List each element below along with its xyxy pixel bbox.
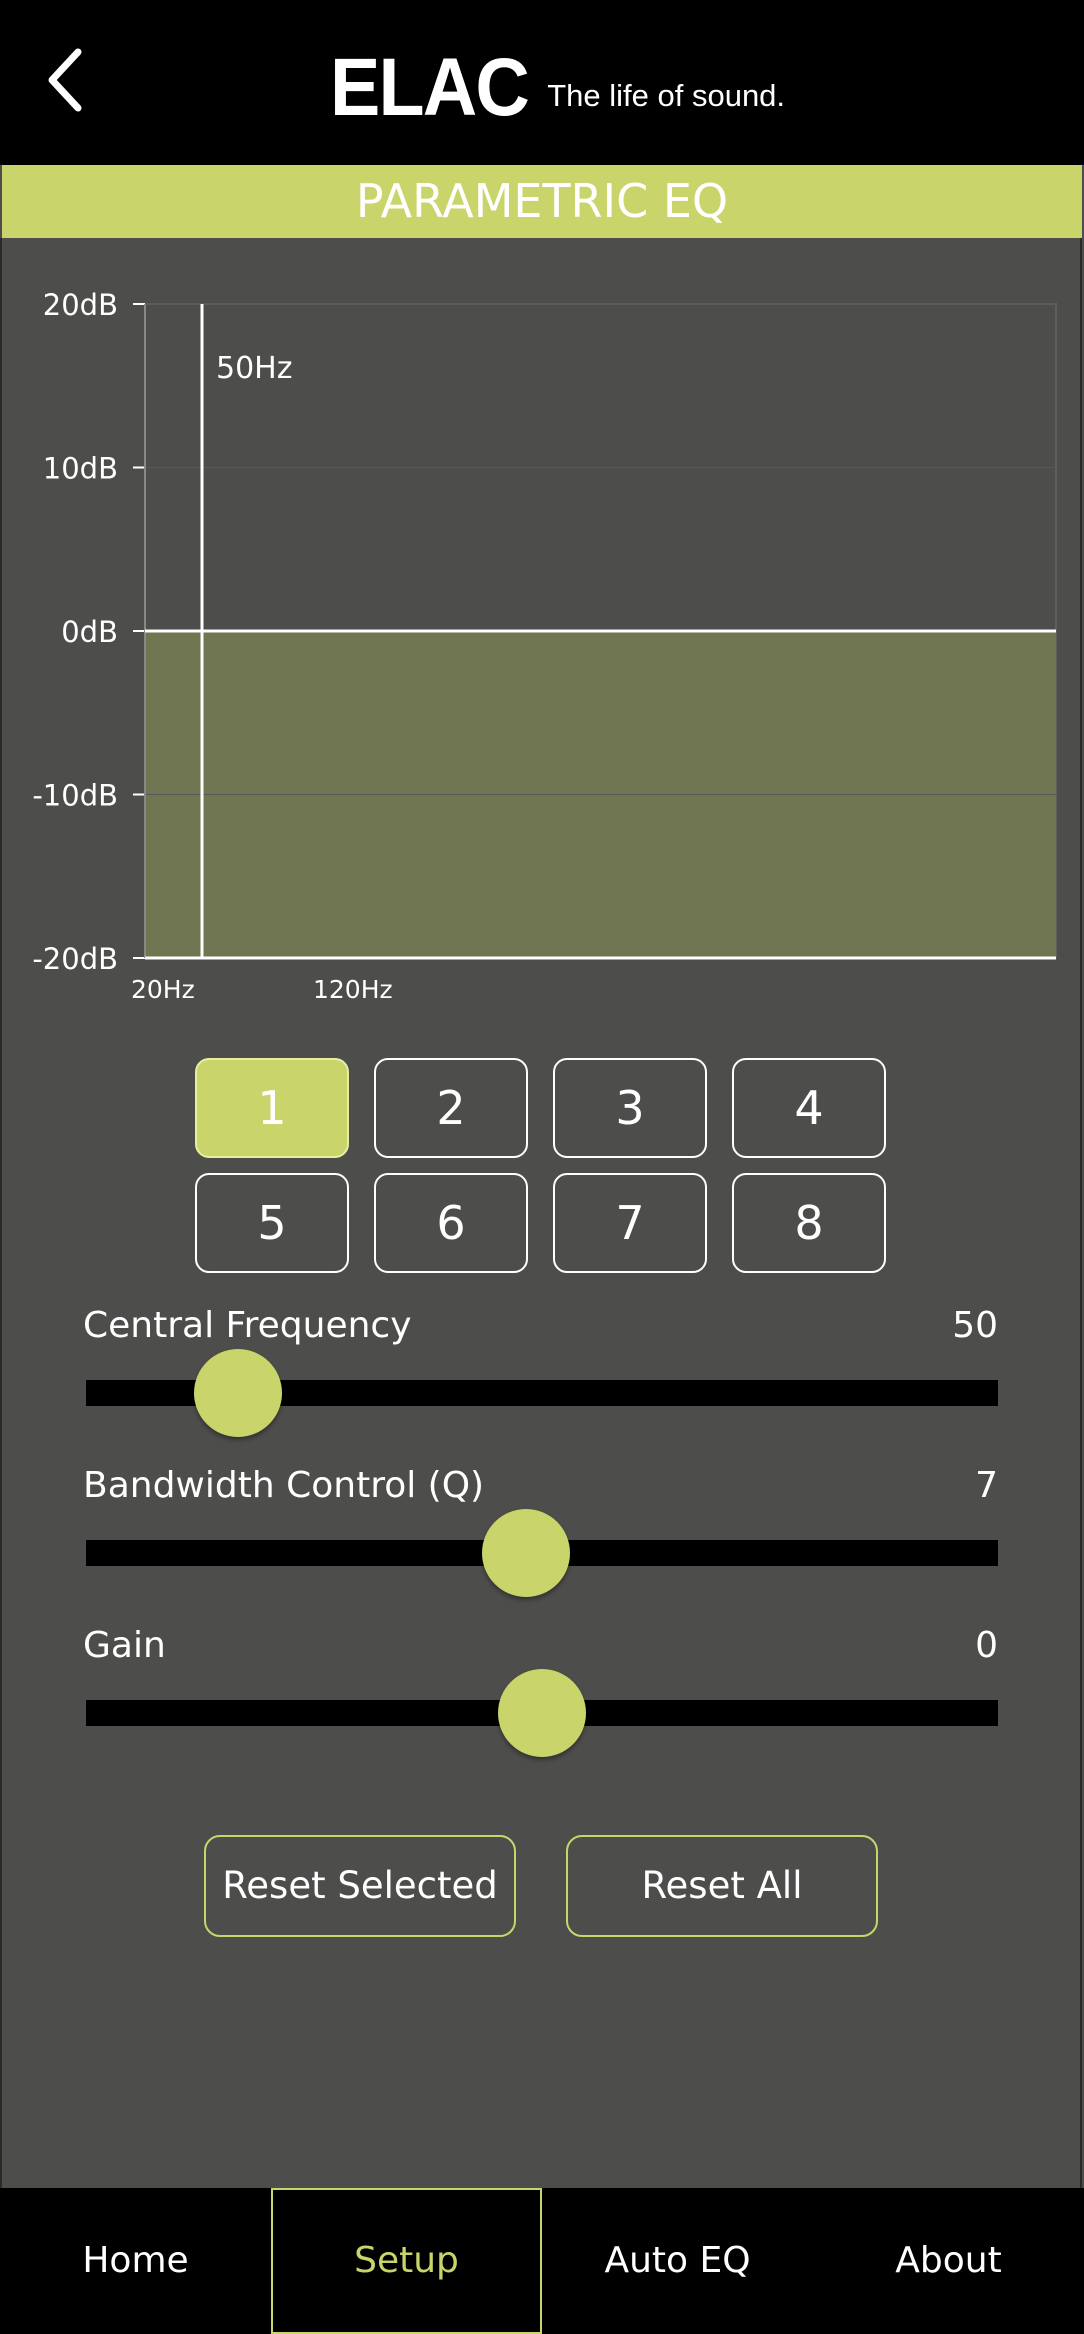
logo-tagline: The life of sound. xyxy=(547,78,786,113)
app-header: ELAC The life of sound. xyxy=(0,0,1084,165)
bottom-nav: Home Setup Auto EQ About xyxy=(0,2188,1084,2334)
band-button-6[interactable]: 6 xyxy=(374,1173,528,1273)
y-tick-label: 20dB xyxy=(43,288,118,322)
chevron-left-icon xyxy=(48,48,82,112)
reset-all-button[interactable]: Reset All xyxy=(566,1835,878,1937)
y-tick-label: -10dB xyxy=(32,779,118,813)
gain-slider-knob[interactable] xyxy=(498,1669,586,1757)
central-frequency-slider-knob[interactable] xyxy=(194,1349,283,1437)
logo-mark: ELAC xyxy=(330,42,530,133)
eq-chart-svg: 20dB 10dB 0dB -10dB -20dB 20Hz 120Hz 50Hz xyxy=(32,288,1057,1004)
reset-selected-button[interactable]: Reset Selected xyxy=(204,1835,516,1937)
back-button[interactable] xyxy=(38,40,98,120)
band-button-4[interactable]: 4 xyxy=(732,1058,886,1158)
eq-chart[interactable]: 20dB 10dB 0dB -10dB -20dB 20Hz 120Hz 50Hz xyxy=(0,238,1084,1018)
bandwidth-control-value: 7 xyxy=(975,1465,998,1506)
y-tick-label: 0dB xyxy=(61,615,118,649)
band-button-7[interactable]: 7 xyxy=(553,1173,707,1273)
band-button-8[interactable]: 8 xyxy=(732,1173,886,1273)
x-tick-label: 20Hz xyxy=(131,975,195,1004)
nav-setup[interactable]: Setup xyxy=(271,2188,542,2334)
central-frequency-value: 50 xyxy=(952,1305,998,1346)
nav-about[interactable]: About xyxy=(813,2188,1084,2334)
band-button-3[interactable]: 3 xyxy=(553,1058,707,1158)
y-tick-label: -20dB xyxy=(32,942,118,976)
page-title: PARAMETRIC EQ xyxy=(2,165,1082,238)
gain-label: Gain xyxy=(83,1625,166,1666)
bandwidth-control-label: Bandwidth Control (Q) xyxy=(83,1465,485,1506)
bandwidth-control-slider-knob[interactable] xyxy=(481,1509,570,1597)
nav-auto-eq[interactable]: Auto EQ xyxy=(542,2188,813,2334)
band-button-1[interactable]: 1 xyxy=(195,1058,349,1158)
y-tick-label: 10dB xyxy=(43,452,118,486)
band-button-2[interactable]: 2 xyxy=(374,1058,528,1158)
x-tick-label: 120Hz xyxy=(313,975,393,1004)
nav-home[interactable]: Home xyxy=(0,2188,271,2334)
elac-logo: ELAC The life of sound. xyxy=(330,42,786,133)
band-button-5[interactable]: 5 xyxy=(195,1173,349,1273)
frequency-marker-label: 50Hz xyxy=(216,351,292,386)
central-frequency-label: Central Frequency xyxy=(83,1305,412,1346)
gain-value: 0 xyxy=(975,1625,998,1666)
